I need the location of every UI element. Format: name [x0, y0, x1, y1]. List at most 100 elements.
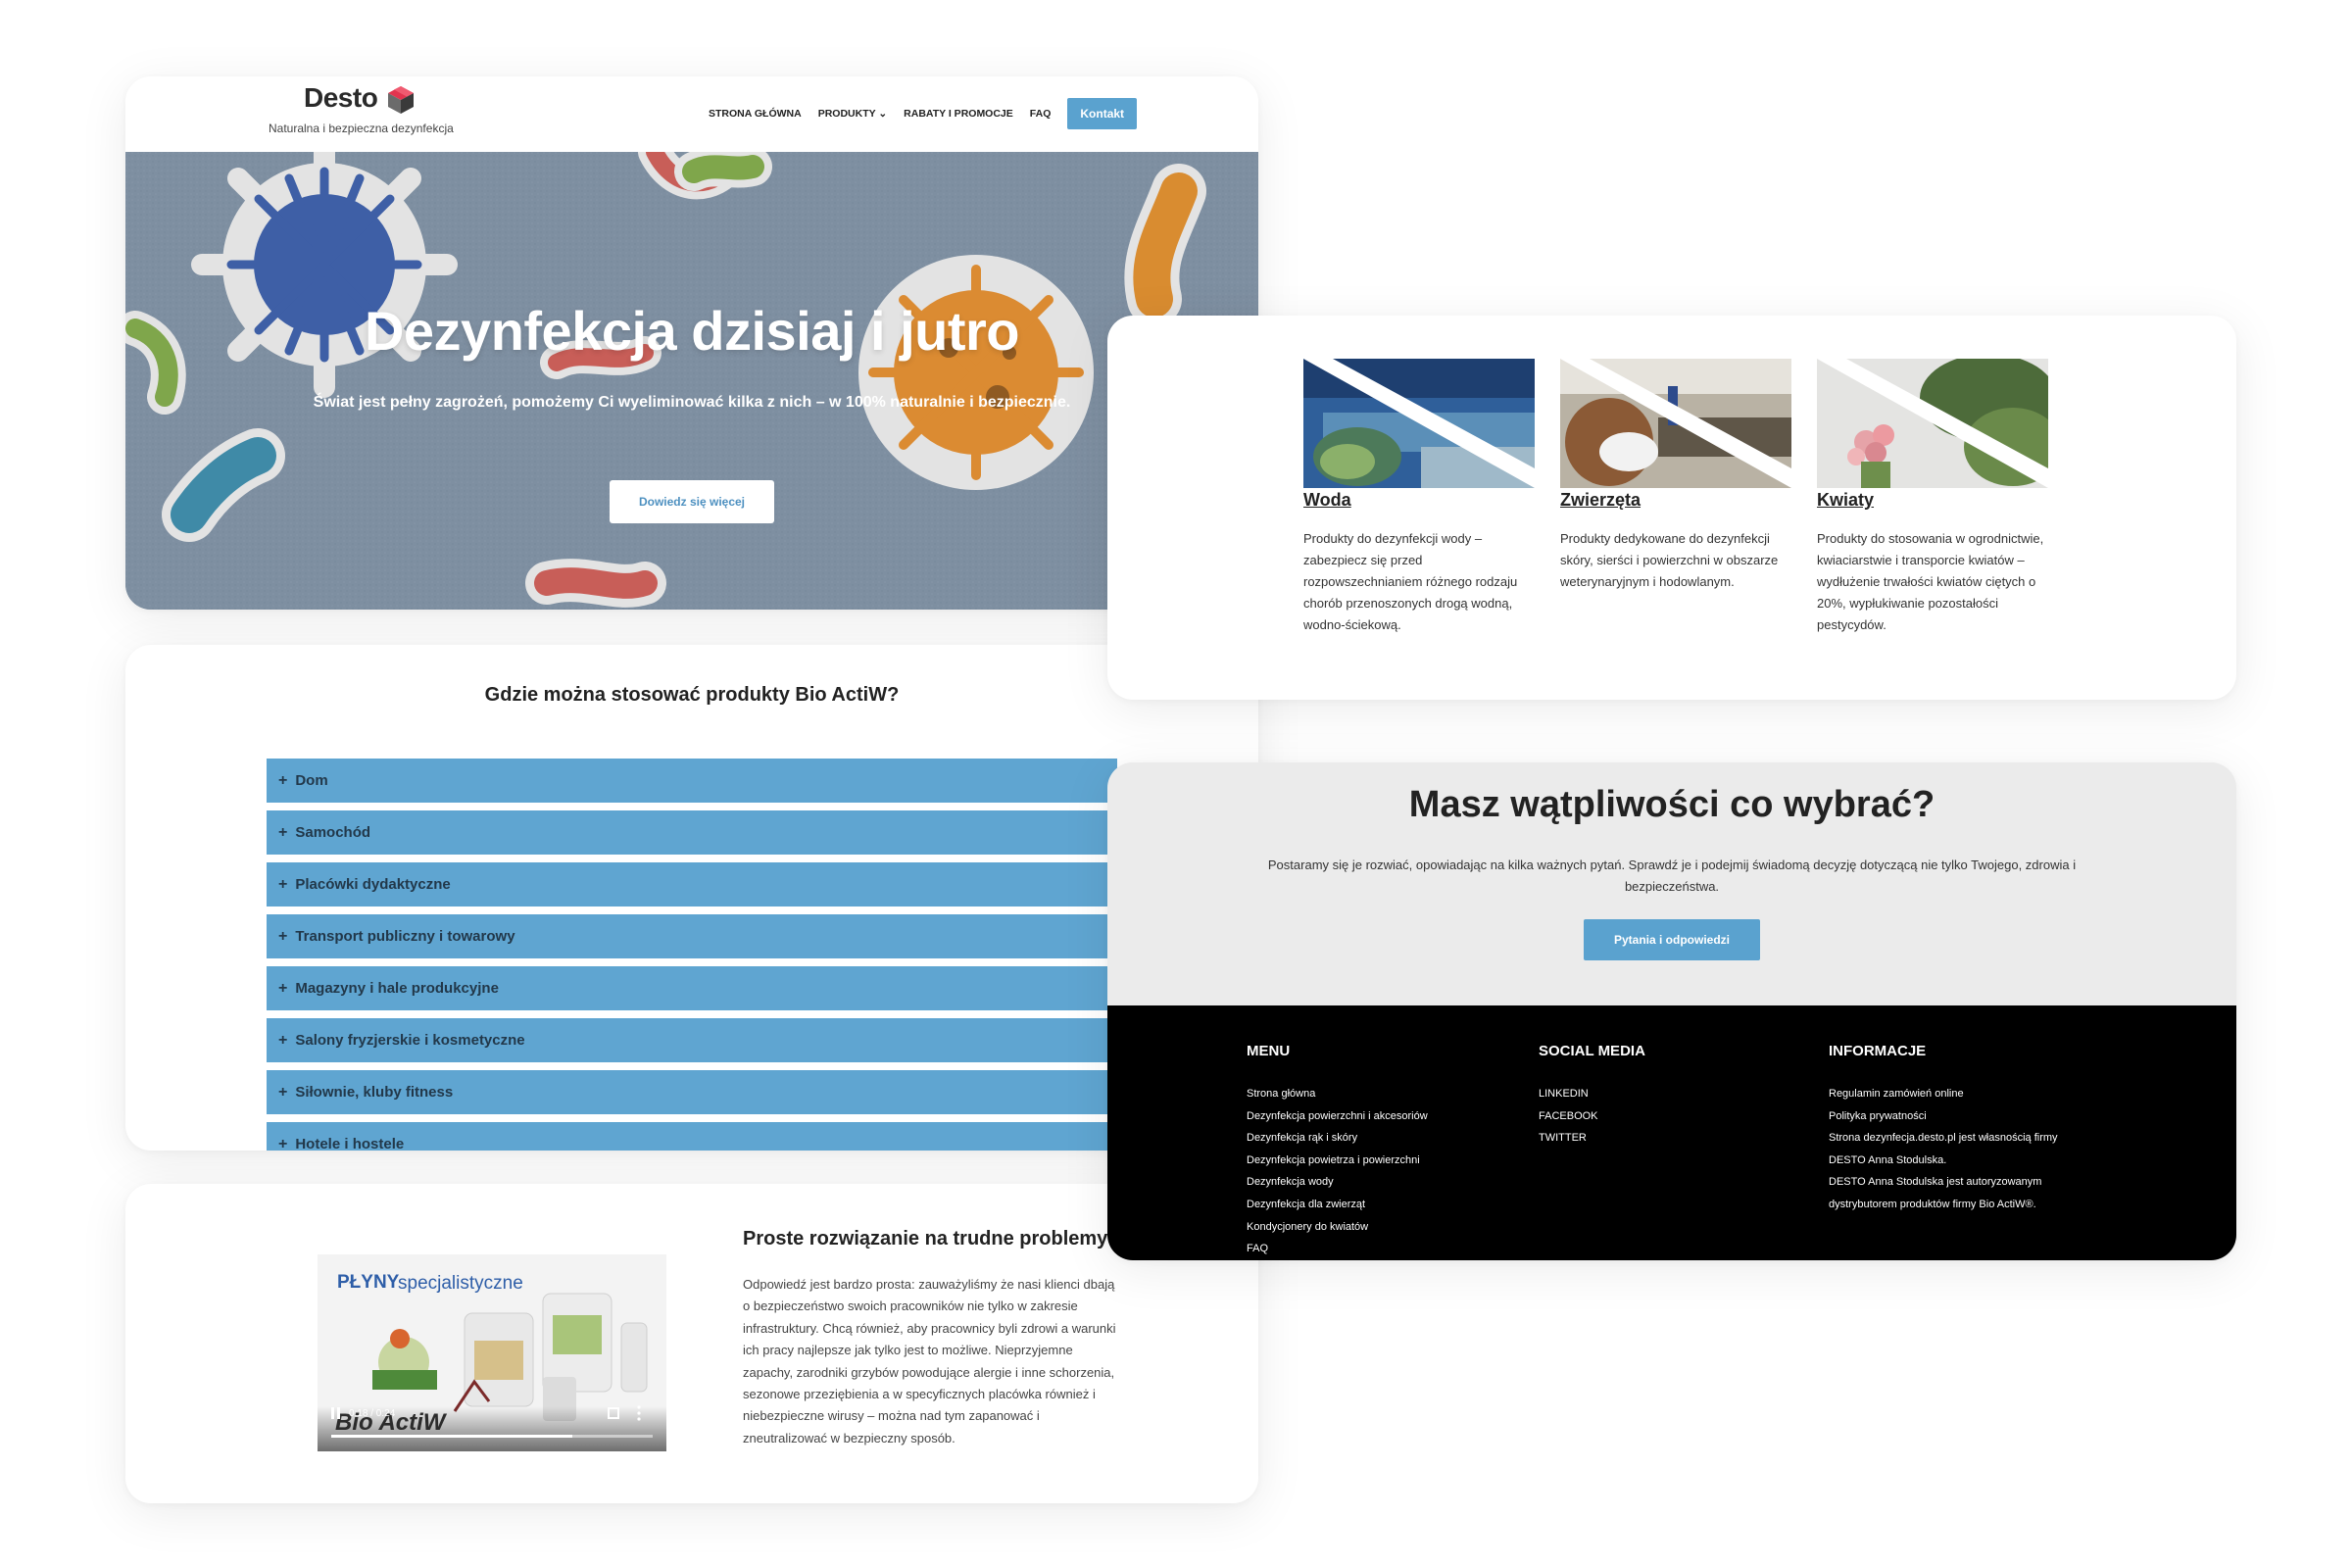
category-animals-image[interactable] — [1560, 359, 1791, 488]
footer-link[interactable]: Dezynfekcja wody — [1247, 1171, 1428, 1194]
accordion-item-label: Samochód — [295, 824, 371, 841]
nav-item-home[interactable]: STRONA GŁÓWNA — [709, 108, 802, 120]
footer-link[interactable]: Dezynfekcja powietrza i powierzchni — [1247, 1150, 1428, 1172]
site-header: Desto Naturalna i bezpieczna dezynfekcja… — [125, 76, 1258, 152]
animals-photo — [1560, 359, 1791, 488]
nav-item-promotions[interactable]: RABATY I PROMOCJE — [904, 108, 1013, 120]
footer-info-text: DESTO Anna Stodulska. — [1829, 1153, 1947, 1166]
pause-icon[interactable] — [331, 1407, 341, 1419]
footer-info-text: DESTO Anna Stodulska jest autoryzowanym — [1829, 1176, 2042, 1189]
footer-info-text: Strona dezynfecja.desto.pl jest własnośc… — [1829, 1132, 2058, 1145]
main-nav: STRONA GŁÓWNA PRODUKTY ⌄ RABATY I PROMOC… — [709, 98, 1138, 129]
accordion-item-label: Siłownie, kluby fitness — [295, 1084, 454, 1101]
plus-icon: + — [278, 979, 288, 997]
category-flowers-description: Produkty do stosowania w ogrodnictwie, k… — [1817, 531, 2044, 632]
logo-cube-icon — [388, 86, 414, 114]
hero-banner: Dezynfekcja dzisiaj i jutro Świat jest p… — [125, 152, 1258, 610]
category-water-image[interactable] — [1303, 359, 1535, 488]
plus-icon: + — [278, 875, 288, 893]
footer-social-link-facebook[interactable]: FACEBOOK — [1539, 1105, 1645, 1128]
footer-link-terms[interactable]: Regulamin zamówień online — [1829, 1083, 2058, 1105]
nav-item-faq[interactable]: FAQ — [1030, 108, 1052, 120]
plus-icon: + — [278, 1083, 288, 1101]
footer-info-column: INFORMACJE Regulamin zamówień online Pol… — [1829, 1043, 2058, 1216]
category-animals-title[interactable]: Zwierzęta — [1560, 490, 1791, 511]
water-photo — [1303, 359, 1535, 488]
footer-link-privacy[interactable]: Polityka prywatności — [1829, 1105, 2058, 1128]
category-flowers-image[interactable] — [1817, 359, 2048, 488]
footer-menu-column: MENU Strona główna Dezynfekcja powierzch… — [1247, 1043, 1428, 1260]
footer-social-link-linkedin[interactable]: LINKEDIN — [1539, 1083, 1645, 1105]
cta-title: Masz wątpliwości co wybrać? — [1408, 784, 1936, 825]
product-video-player[interactable]: PŁYNY specjalistyczne Bio ActiW 0:18 / 0… — [318, 1254, 666, 1451]
category-flowers-title[interactable]: Kwiaty — [1817, 490, 2048, 511]
category-water-description: Produkty do dezynfekcji wody – zabezpiec… — [1303, 531, 1518, 632]
cta-footer-card: Masz wątpliwości co wybrać? Postaramy si… — [1107, 762, 2236, 1260]
accordion-item-label: Magazyny i hale produkcyjne — [295, 980, 499, 997]
footer-info-heading: INFORMACJE — [1829, 1043, 1927, 1059]
video-time: 0:18 / 0:24 — [349, 1408, 396, 1419]
hero-subtitle: Świat jest pełny zagrożeń, pomożemy Ci w… — [313, 394, 1071, 411]
category-flowers: Kwiaty Produkty do stosowania w ogrodnic… — [1817, 359, 2048, 636]
faq-button[interactable]: Pytania i odpowiedzi — [1584, 919, 1760, 960]
plus-icon: + — [278, 823, 288, 841]
logo-tagline: Naturalna i bezpieczna dezynfekcja — [269, 122, 454, 135]
nav-item-products-label: PRODUKTY — [817, 108, 876, 120]
contact-button[interactable]: Kontakt — [1067, 98, 1138, 129]
flowers-photo — [1817, 359, 2048, 488]
accordion-item-dom[interactable]: + Dom — [267, 759, 1117, 803]
section-body: Odpowiedź jest bardzo prosta: zauważyliś… — [743, 1277, 1116, 1446]
accordion-item-label: Placówki dydaktyczne — [295, 876, 451, 893]
footer-social-heading: SOCIAL MEDIA — [1539, 1043, 1645, 1059]
hero-title: Dezynfekcja dzisiaj i jutro — [364, 300, 1020, 362]
category-animals-description: Produkty dedykowane do dezynfekcji skóry… — [1560, 531, 1779, 589]
logo-text[interactable]: Desto — [304, 82, 378, 114]
plus-icon: + — [278, 1031, 288, 1049]
category-water-title[interactable]: Woda — [1303, 490, 1535, 511]
hero-microbes-illustration — [125, 152, 1258, 610]
accordion-item-transport[interactable]: + Transport publiczny i towarowy — [267, 914, 1117, 958]
video-title-rest: specjalistyczne — [398, 1273, 523, 1294]
learn-more-button[interactable]: Dowiedz się więcej — [610, 480, 774, 523]
accordion-item-label: Transport publiczny i towarowy — [295, 928, 515, 945]
accordion-item-hotels[interactable]: + Hotele i hostele — [267, 1122, 1117, 1151]
more-options-icon[interactable] — [637, 1405, 641, 1421]
accordion-item-label: Dom — [295, 772, 328, 789]
category-water: Woda Produkty do dezynfekcji wody – zabe… — [1303, 359, 1535, 636]
chevron-down-icon: ⌄ — [878, 108, 888, 120]
accordion-list: + Dom + Samochód + Placówki dydaktyczne + Tr… — [267, 759, 1117, 1151]
footer-link[interactable]: FAQ — [1247, 1238, 1428, 1260]
plus-icon: + — [278, 927, 288, 945]
accordion-item-warehouses[interactable]: + Magazyny i hale produkcyjne — [267, 966, 1117, 1010]
accordion-item-schools[interactable]: + Placówki dydaktyczne — [267, 862, 1117, 906]
footer-link[interactable]: Dezynfekcja dla zwierząt — [1247, 1194, 1428, 1216]
footer-social-link-twitter[interactable]: TWITTER — [1539, 1127, 1645, 1150]
footer-link[interactable]: Dezynfekcja rąk i skóry — [1247, 1127, 1428, 1150]
video-progress-bar[interactable] — [331, 1435, 653, 1438]
accordion-heading: Gdzie można stosować produkty Bio ActiW? — [484, 684, 900, 706]
video-section-card: PŁYNY specjalistyczne Bio ActiW 0:18 / 0… — [125, 1184, 1258, 1503]
site-footer: MENU Strona główna Dezynfekcja powierzch… — [1107, 1005, 2236, 1260]
category-animals: Zwierzęta Produkty dedykowane do dezynfe… — [1560, 359, 1791, 593]
video-progress-fill — [331, 1435, 572, 1438]
accordion-item-label: Salony fryzjerskie i kosmetyczne — [295, 1032, 525, 1049]
accordion-item-salons[interactable]: + Salony fryzjerskie i kosmetyczne — [267, 1018, 1117, 1062]
accordion-item-car[interactable]: + Samochód — [267, 810, 1117, 855]
fullscreen-icon[interactable] — [608, 1407, 619, 1419]
accordion-item-label: Hotele i hostele — [295, 1136, 405, 1151]
plus-icon: + — [278, 1135, 288, 1152]
plus-icon: + — [278, 771, 288, 789]
section-title: Proste rozwiązanie na trudne problemy — [743, 1228, 1108, 1250]
footer-link[interactable]: Dezynfekcja powierzchni i akcesoriów — [1247, 1105, 1428, 1128]
product-categories-card: Woda Produkty do dezynfekcji wody – zabe… — [1107, 316, 2236, 700]
video-title-bold: PŁYNY — [337, 1272, 400, 1293]
footer-menu-heading: MENU — [1247, 1043, 1291, 1059]
cta-text: Postaramy się je rozwiać, opowiadając na… — [1267, 858, 2077, 894]
usage-accordion-card: Gdzie można stosować produkty Bio ActiW?… — [125, 645, 1258, 1151]
footer-social-column: SOCIAL MEDIA LINKEDIN FACEBOOK TWITTER — [1539, 1043, 1645, 1150]
nav-item-products[interactable]: PRODUKTY ⌄ — [818, 108, 887, 120]
accordion-item-gyms[interactable]: + Siłownie, kluby fitness — [267, 1070, 1117, 1114]
footer-link[interactable]: Kondycjonery do kwiatów — [1247, 1216, 1428, 1239]
footer-link[interactable]: Strona główna — [1247, 1083, 1428, 1105]
homepage-header-hero-card: Desto Naturalna i bezpieczna dezynfekcja… — [125, 76, 1258, 610]
